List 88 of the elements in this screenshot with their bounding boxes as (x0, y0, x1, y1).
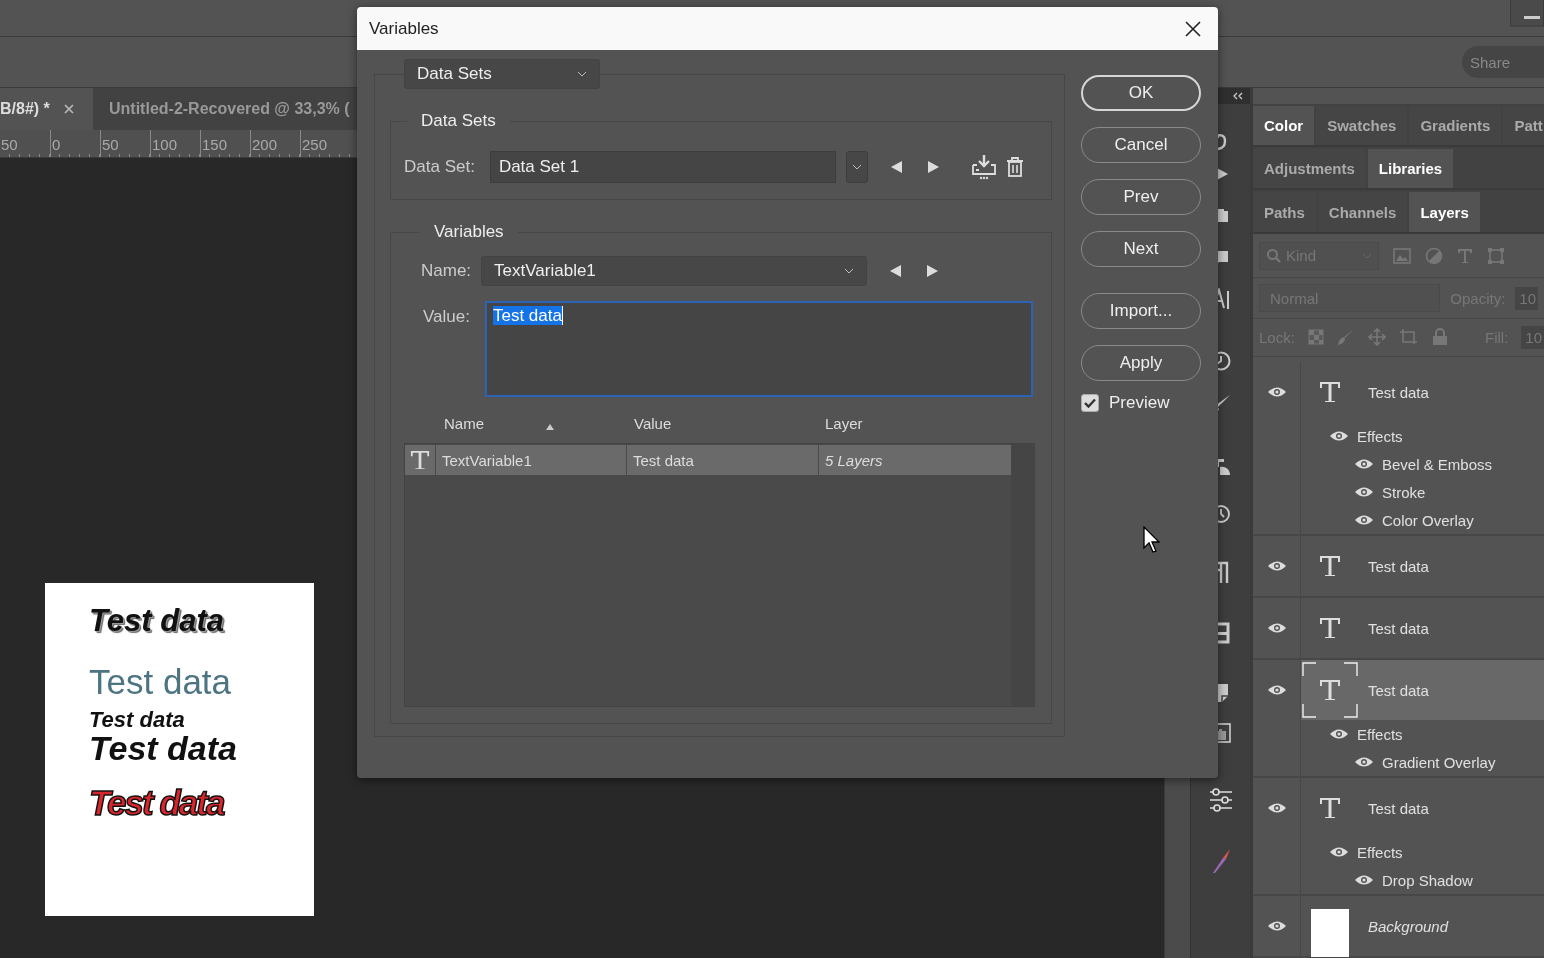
collapse-icon[interactable] (1232, 92, 1244, 100)
search-icon (1266, 247, 1282, 264)
previous-icon[interactable] (889, 264, 904, 278)
eye-icon[interactable] (1329, 430, 1349, 442)
eye-icon[interactable] (1266, 386, 1287, 398)
type-layer-icon (1319, 381, 1341, 403)
artboard-text: Test data (89, 605, 224, 636)
artboard-text: Test data (89, 731, 237, 765)
dialog-button[interactable]: OK (1081, 75, 1201, 111)
layer-row[interactable]: Test data (1301, 660, 1544, 720)
table-row[interactable]: TextVariable1 Test data 5 Layers (405, 445, 1011, 475)
layer-row[interactable]: Test data (1301, 536, 1544, 596)
pointer-icon (1143, 526, 1163, 554)
document-tab[interactable]: B/8#) * (0, 88, 93, 130)
layer-row[interactable]: Background (1301, 896, 1544, 956)
group-title: Variables (433, 222, 505, 242)
type-icon (410, 450, 430, 470)
ruler-label: 0 (50, 130, 100, 157)
ruler-label: 50 (100, 130, 150, 157)
panel-tab[interactable]: Libraries (1367, 149, 1454, 189)
ruler-label: 200 (250, 130, 300, 157)
previous-icon[interactable] (889, 160, 904, 174)
checkbox-label[interactable]: Preview (1109, 393, 1170, 413)
next-icon[interactable] (925, 264, 940, 278)
group-title: Data Sets (420, 111, 497, 131)
checkerboard-icon[interactable] (1307, 329, 1324, 346)
eye-icon[interactable] (1354, 486, 1374, 498)
effect-name[interactable]: Gradient Overlay (1382, 753, 1496, 771)
eye-icon[interactable] (1354, 458, 1374, 470)
artboard-text: Test data (89, 785, 224, 820)
effect-name[interactable]: Color Overlay (1382, 511, 1474, 529)
column-header[interactable]: Value (634, 414, 825, 432)
selection-brackets (1302, 662, 1358, 718)
minimize-icon[interactable] (1510, 0, 1544, 27)
type-layer-icon (1319, 797, 1341, 819)
scrollbar[interactable] (1011, 444, 1034, 706)
close-icon[interactable] (1184, 19, 1202, 38)
ruler-label: 100 (150, 130, 200, 157)
eye-icon[interactable] (1329, 728, 1349, 740)
name-dropdown[interactable]: TextVariable1 (481, 256, 868, 286)
effects-label[interactable]: Effects (1357, 843, 1403, 861)
field-label: Value: (423, 307, 470, 327)
eye-icon[interactable] (1354, 874, 1374, 886)
eye-icon[interactable] (1266, 684, 1287, 696)
eye-icon[interactable] (1266, 920, 1287, 932)
mode-dropdown[interactable]: Data Sets (404, 59, 600, 89)
type-layer-icon (1319, 617, 1341, 639)
eye-icon[interactable] (1266, 560, 1287, 572)
effect-name[interactable]: Stroke (1382, 483, 1426, 501)
layer-row[interactable]: Test data (1301, 778, 1544, 838)
eye-icon[interactable] (1266, 622, 1287, 634)
type-layer-icon (1319, 679, 1341, 701)
layer-row[interactable]: Test data (1301, 598, 1544, 658)
ruler-label: 250 (300, 130, 350, 157)
artboard-text: Test data (89, 709, 185, 731)
column-header[interactable]: Name (444, 414, 634, 432)
table-cell: TextVariable1 (435, 445, 626, 475)
field-label: Data Set: (404, 157, 475, 177)
table-cell: Test data (626, 445, 818, 475)
chevron-icon (577, 71, 587, 77)
ruler-label: 50 (0, 135, 19, 155)
panel-tab[interactable]: Color (1253, 106, 1315, 146)
effect-name[interactable]: Drop Shadow (1382, 871, 1473, 889)
column-header[interactable]: Layer (825, 414, 863, 432)
effects-label[interactable]: Effects (1357, 427, 1403, 445)
data-set-field[interactable]: Data Set 1 (489, 151, 836, 183)
effects-label[interactable]: Effects (1357, 725, 1403, 743)
ruler-label: 150 (200, 130, 250, 157)
type-layer-icon (1319, 555, 1341, 577)
layer-row[interactable]: Test data (1301, 362, 1544, 422)
checkbox[interactable] (1081, 394, 1099, 412)
sliders-icon[interactable] (1207, 787, 1234, 813)
panel-tab[interactable]: Layers (1409, 192, 1480, 232)
value-field[interactable]: Test data (484, 301, 1033, 397)
dialog-title: Variables (369, 18, 439, 39)
field-label: Name: (421, 261, 472, 281)
eye-icon[interactable] (1266, 802, 1287, 814)
effect-name[interactable]: Bevel & Emboss (1382, 455, 1493, 473)
artboard-text: Test data (89, 664, 232, 699)
import-icon[interactable] (969, 154, 998, 180)
eye-icon[interactable] (1329, 846, 1349, 858)
chevron-icon (851, 164, 862, 170)
eye-icon[interactable] (1354, 514, 1374, 526)
layer-thumbnail (1311, 909, 1349, 957)
eye-icon[interactable] (1354, 756, 1374, 768)
next-icon[interactable] (925, 160, 940, 174)
trash-icon[interactable] (1005, 157, 1024, 177)
chevron-icon (844, 268, 855, 274)
